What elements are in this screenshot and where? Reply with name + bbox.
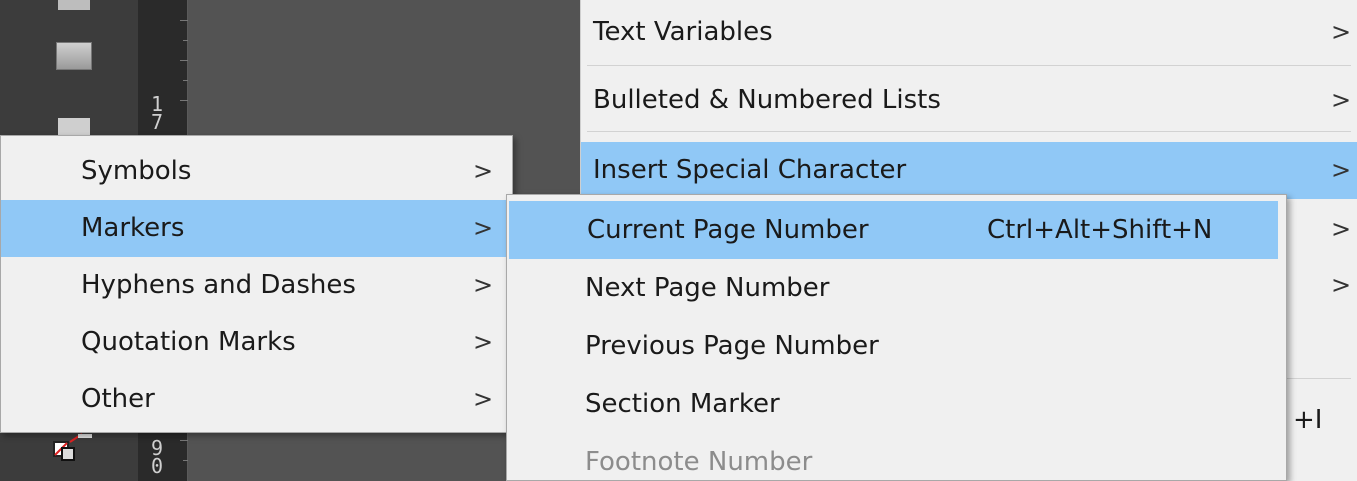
ruler-tick [180,60,188,61]
ruler-tick [180,440,188,441]
menu-divider [587,65,1351,66]
tool-icon[interactable] [58,0,90,10]
menu-item-label: Insert Special Character [593,155,907,185]
menu-item-label: Other [81,384,155,414]
menu-item-label: Footnote Number [585,447,813,477]
chevron-right-icon: > [473,271,494,299]
special-character-submenu: Symbols > Markers > Hyphens and Dashes >… [0,135,513,433]
menu-item-label: Bulleted & Numbered Lists [593,85,941,115]
markers-submenu: Current Page Number Ctrl+Alt+Shift+N Nex… [506,194,1287,481]
chevron-right-icon: > [473,214,494,242]
ruler-tick [180,100,188,101]
menu-item-other[interactable]: Other > [1,371,512,428]
menu-item-label: Markers [81,213,185,243]
menu-divider [587,131,1351,132]
chevron-right-icon: > [473,328,494,356]
menu-item-label: Quotation Marks [81,327,296,357]
menu-item-previous-page-number[interactable]: Previous Page Number [507,317,1286,375]
menu-item-bulleted-numbered-lists[interactable]: Bulleted & Numbered Lists > [581,70,1357,130]
chevron-right-icon: > [1331,271,1352,299]
chevron-right-icon: > [473,385,494,413]
menu-item-label: Section Marker [585,389,780,419]
menu-item-label: Current Page Number [587,215,869,245]
chevron-right-icon: > [1331,215,1352,243]
menu-item-label: Hyphens and Dashes [81,270,356,300]
menu-item-hyphens-and-dashes[interactable]: Hyphens and Dashes > [1,257,512,314]
ruler-number: 7 [150,110,164,134]
chevron-right-icon: > [1331,18,1352,46]
menu-item-next-page-number[interactable]: Next Page Number [507,259,1286,317]
fill-stroke-icon[interactable] [52,432,96,462]
ruler-tick [180,20,188,21]
menu-shortcut-partial: +I [1293,405,1323,435]
menu-item-shortcut: Ctrl+Alt+Shift+N [987,215,1213,245]
ruler-number: 0 [150,454,164,478]
menu-item-quotation-marks[interactable]: Quotation Marks > [1,314,512,371]
menu-item-current-page-number[interactable]: Current Page Number Ctrl+Alt+Shift+N [509,201,1278,259]
menu-item-label: Next Page Number [585,273,830,303]
gradient-swatch-icon[interactable] [56,42,92,70]
chevron-right-icon: > [1331,86,1352,114]
menu-item-label: Symbols [81,156,192,186]
app-window: 1 7 9 0 Text Variables > Bulleted & Numb… [0,0,1357,481]
chevron-right-icon: > [1331,156,1352,184]
menu-item-label: Text Variables [593,17,773,47]
menu-item-label: Previous Page Number [585,331,879,361]
page-tool-icon[interactable] [58,118,90,136]
menu-item-insert-special-character[interactable]: Insert Special Character > [581,142,1357,199]
menu-item-text-variables[interactable]: Text Variables > [581,2,1357,62]
menu-item-markers[interactable]: Markers > [1,200,512,257]
chevron-right-icon: > [473,157,494,185]
menu-item-footnote-number[interactable]: Footnote Number [507,433,1286,481]
menu-item-symbols[interactable]: Symbols > [1,143,512,200]
menu-item-section-marker[interactable]: Section Marker [507,375,1286,433]
